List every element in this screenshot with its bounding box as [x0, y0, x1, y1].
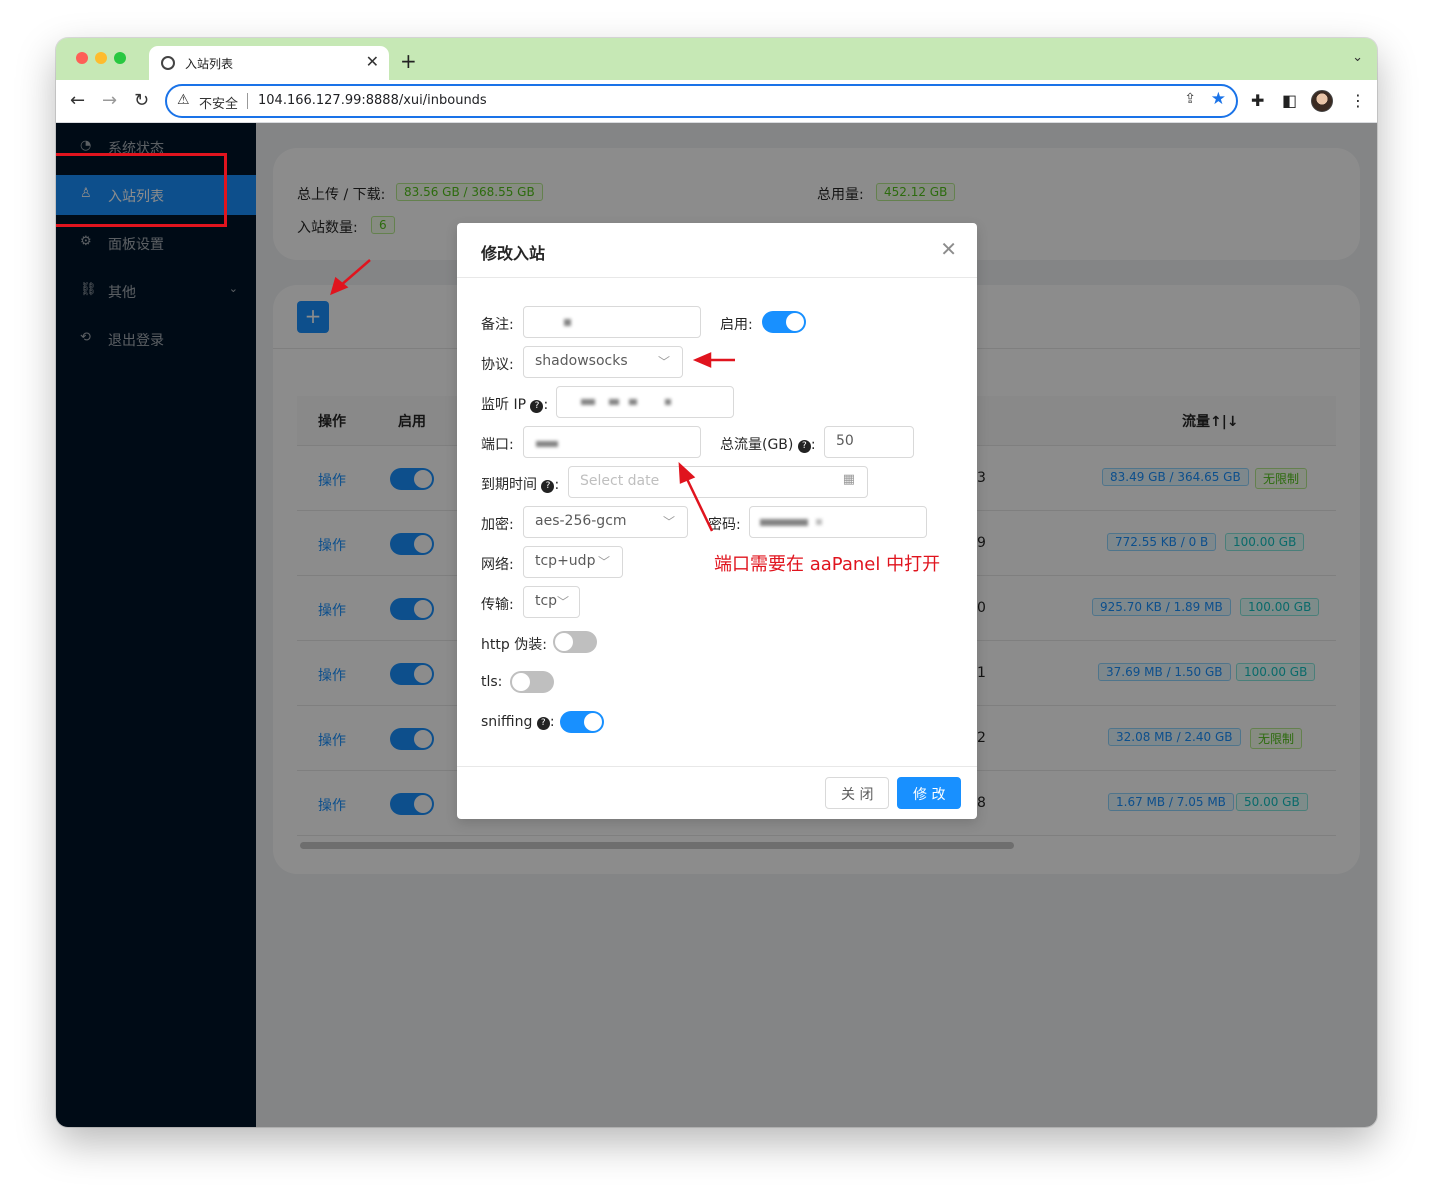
network-label: 网络:	[481, 557, 514, 573]
question-icon[interactable]: ?	[797, 440, 811, 453]
forward-icon[interactable]: →	[102, 90, 117, 111]
sniffing-label-text: sniffing	[481, 714, 533, 730]
remark-label: 备注:	[481, 317, 514, 333]
annotation-text: 端口需要在 aaPanel 中打开	[714, 554, 941, 575]
chevron-down-icon: ﹀	[662, 515, 675, 529]
calendar-icon: ▦	[842, 472, 855, 487]
redacted-value	[760, 519, 808, 526]
tab-title: 入站列表	[185, 57, 234, 71]
redacted-value	[536, 441, 558, 447]
close-button[interactable]: 关 闭	[825, 777, 890, 809]
encryption-label: 加密:	[481, 517, 514, 533]
minimize-window-button[interactable]	[95, 52, 107, 64]
close-window-button[interactable]	[76, 52, 88, 64]
transport-label: 传输:	[481, 597, 514, 613]
sniffing-switch[interactable]	[560, 711, 604, 733]
redacted-value	[581, 399, 595, 405]
listen-ip-input[interactable]	[556, 386, 734, 418]
url-text[interactable]: 104.166.127.99:8888/xui/inbounds	[258, 93, 487, 108]
sniffing-label: sniffing ?:	[481, 714, 555, 730]
protocol-label: 协议:	[481, 357, 514, 373]
chevron-down-icon: ﹀	[556, 595, 569, 609]
warning-icon: ⚠	[177, 92, 190, 108]
highlight-box	[56, 153, 227, 227]
total-traffic-label: 总流量(GB) ?:	[720, 437, 816, 453]
question-icon[interactable]: ?	[530, 400, 544, 413]
maximize-window-button[interactable]	[114, 52, 126, 64]
remark-input[interactable]	[523, 306, 701, 338]
more-menu-icon[interactable]: ⋮	[1350, 91, 1366, 110]
protocol-select[interactable]: shadowsocks ﹀	[523, 346, 683, 378]
listen-ip-label-text: 监听 IP	[481, 397, 527, 413]
reload-icon[interactable]: ↻	[134, 90, 149, 111]
redacted-value	[564, 319, 571, 326]
extensions-icon[interactable]: ✚	[1251, 91, 1264, 110]
new-tab-icon[interactable]: +	[400, 49, 417, 73]
chevron-down-icon: ﹀	[597, 555, 610, 569]
chevron-down-icon[interactable]: ⌄	[1352, 50, 1363, 65]
redacted-value	[816, 519, 822, 525]
port-label: 端口:	[481, 437, 514, 453]
close-icon[interactable]: ✕	[940, 237, 957, 261]
port-input[interactable]	[523, 426, 701, 458]
encryption-value: aes-256-gcm	[535, 513, 627, 529]
browser-toolbar: ← → ↻ ⚠ 不安全 104.166.127.99:8888/xui/inbo…	[56, 80, 1377, 123]
expiry-label: 到期时间 ?:	[481, 477, 560, 493]
listen-ip-label: 监听 IP ?:	[481, 397, 549, 413]
side-panel-icon[interactable]: ◧	[1282, 91, 1297, 110]
submit-button[interactable]: 修 改	[897, 777, 962, 809]
expiry-placeholder: Select date	[580, 473, 660, 489]
close-tab-icon[interactable]: ✕	[366, 52, 379, 71]
redacted-value	[609, 399, 619, 405]
bookmark-star-icon[interactable]: ★	[1211, 89, 1226, 109]
edit-inbound-modal: 修改入站 ✕ 备注: 启用: 协议: shadowsocks ﹀ 监听 IP ?…	[457, 223, 977, 819]
total-traffic-label-text: 总流量(GB)	[720, 437, 794, 453]
password-label: 密码:	[708, 517, 741, 533]
enable-switch[interactable]	[762, 311, 806, 333]
browser-window: 入站列表 ✕ + ⌄ ← → ↻ ⚠ 不安全 104.166.127.99:88…	[56, 38, 1377, 1127]
total-traffic-value: 50	[836, 433, 854, 449]
http-disguise-label: http 伪装:	[481, 637, 547, 653]
password-input[interactable]	[749, 506, 927, 538]
tls-label: tls:	[481, 674, 503, 690]
enable-label: 启用:	[720, 317, 753, 333]
network-select[interactable]: tcp+udp ﹀	[523, 546, 623, 578]
transport-select[interactable]: tcp ﹀	[523, 586, 580, 618]
transport-value: tcp	[535, 593, 558, 609]
annotation-arrows	[330, 259, 735, 532]
tab-bar: 入站列表 ✕ + ⌄	[56, 38, 1377, 80]
question-icon[interactable]: ?	[541, 480, 555, 493]
security-label[interactable]: 不安全	[199, 93, 238, 112]
redacted-value	[665, 399, 671, 405]
profile-avatar[interactable]	[1311, 90, 1333, 112]
protocol-value: shadowsocks	[535, 353, 628, 369]
http-disguise-switch[interactable]	[553, 631, 597, 653]
redacted-value	[629, 399, 637, 405]
expiry-label-text: 到期时间	[481, 477, 537, 493]
network-value: tcp+udp	[535, 553, 596, 569]
modal-footer: 关 闭 修 改	[457, 766, 977, 819]
tls-switch[interactable]	[510, 671, 554, 693]
total-traffic-input[interactable]: 50	[824, 426, 914, 458]
globe-icon	[161, 56, 175, 70]
divider	[247, 93, 248, 109]
back-icon[interactable]: ←	[70, 90, 85, 111]
modal-title: 修改入站	[481, 244, 546, 263]
expiry-date-picker[interactable]: Select date ▦	[568, 466, 868, 498]
share-icon[interactable]: ⇪	[1184, 91, 1196, 107]
window-controls	[76, 52, 126, 64]
question-icon[interactable]: ?	[536, 717, 550, 730]
modal-header: 修改入站 ✕	[457, 223, 977, 278]
address-bar[interactable]: ⚠ 不安全 104.166.127.99:8888/xui/inbounds ⇪…	[165, 84, 1238, 118]
chevron-down-icon: ﹀	[657, 355, 670, 369]
encryption-select[interactable]: aes-256-gcm ﹀	[523, 506, 688, 538]
browser-tab[interactable]: 入站列表 ✕	[149, 46, 389, 80]
page: ◔ 系统状态 ♙ 入站列表 ⚙ 面板设置 ⛓ 其他 ⌄ ⟲ 退出登录 总上传 /…	[56, 123, 1377, 1127]
